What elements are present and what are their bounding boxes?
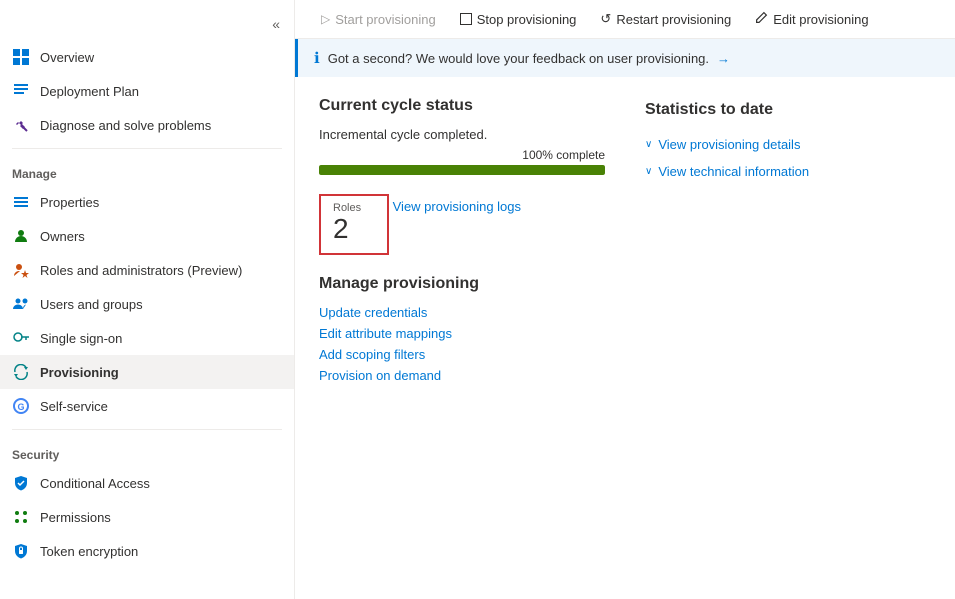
- sidebar-item-token-encryption[interactable]: Token encryption: [0, 534, 294, 568]
- sidebar-item-self-service[interactable]: G Self-service: [0, 389, 294, 423]
- sidebar-collapse-button[interactable]: «: [266, 12, 286, 36]
- banner-text: Got a second? We would love your feedbac…: [328, 51, 709, 66]
- manage-section-label: Manage: [0, 155, 294, 185]
- bars-icon: [12, 193, 30, 211]
- content-area: Current cycle status Incremental cycle c…: [295, 77, 955, 599]
- sidebar-item-deployment-plan[interactable]: Deployment Plan: [0, 74, 294, 108]
- sidebar-item-permissions[interactable]: Permissions: [0, 500, 294, 534]
- update-credentials-link[interactable]: Update credentials: [319, 305, 931, 320]
- divider-manage: [12, 148, 282, 149]
- start-provisioning-label: Start provisioning: [335, 12, 435, 27]
- restart-provisioning-label: Restart provisioning: [616, 12, 731, 27]
- svg-text:G: G: [17, 402, 24, 412]
- book-icon: [12, 82, 30, 100]
- sidebar-item-users-groups-label: Users and groups: [40, 297, 143, 312]
- shield-check-icon: [12, 474, 30, 492]
- stop-icon: [460, 13, 472, 25]
- chevron-down-icon: ∨: [645, 139, 652, 150]
- sidebar-item-sso[interactable]: Single sign-on: [0, 321, 294, 355]
- sidebar-item-sso-label: Single sign-on: [40, 331, 122, 346]
- people-icon: [12, 295, 30, 313]
- people-grid-icon: [12, 508, 30, 526]
- statistics-title: Statistics to date: [645, 101, 931, 119]
- tools-icon: [12, 116, 30, 134]
- sidebar-item-diagnose-label: Diagnose and solve problems: [40, 118, 211, 133]
- manage-provisioning-title: Manage provisioning: [319, 275, 931, 293]
- sidebar-item-deployment-label: Deployment Plan: [40, 84, 139, 99]
- sidebar-item-properties[interactable]: Properties: [0, 185, 294, 219]
- sidebar-item-users-groups[interactable]: Users and groups: [0, 287, 294, 321]
- person-icon: [12, 227, 30, 245]
- sidebar-item-self-service-label: Self-service: [40, 399, 108, 414]
- sidebar-item-permissions-label: Permissions: [40, 510, 111, 525]
- edit-attribute-mappings-link[interactable]: Edit attribute mappings: [319, 326, 931, 341]
- status-area: Current cycle status Incremental cycle c…: [295, 77, 955, 275]
- view-provisioning-details-link[interactable]: ∨ View provisioning details: [645, 131, 931, 158]
- sync-icon: [12, 363, 30, 381]
- view-technical-info-link[interactable]: ∨ View technical information: [645, 158, 931, 185]
- sidebar: « Overview Deployment Plan Diagnose and …: [0, 0, 295, 599]
- chevron-down-icon-2: ∨: [645, 166, 652, 177]
- add-scoping-filters-link[interactable]: Add scoping filters: [319, 347, 931, 362]
- divider-security: [12, 429, 282, 430]
- current-cycle-title: Current cycle status: [319, 97, 605, 115]
- toolbar: ▷ Start provisioning Stop provisioning ↺…: [295, 0, 955, 39]
- edit-icon: [755, 11, 768, 27]
- sidebar-item-overview-label: Overview: [40, 50, 94, 65]
- restart-provisioning-button[interactable]: ↺ Restart provisioning: [590, 6, 741, 32]
- statistics-section: Statistics to date ∨ View provisioning d…: [645, 97, 931, 255]
- main-content: ▷ Start provisioning Stop provisioning ↺…: [295, 0, 955, 599]
- stop-provisioning-label: Stop provisioning: [477, 12, 577, 27]
- sidebar-item-conditional-access[interactable]: Conditional Access: [0, 466, 294, 500]
- sidebar-item-owners[interactable]: Owners: [0, 219, 294, 253]
- stop-provisioning-button[interactable]: Stop provisioning: [450, 7, 587, 32]
- sidebar-item-provisioning[interactable]: Provisioning: [0, 355, 294, 389]
- security-section-label: Security: [0, 436, 294, 466]
- sidebar-item-roles[interactable]: Roles and administrators (Preview): [0, 253, 294, 287]
- view-provisioning-details-label: View provisioning details: [658, 137, 800, 152]
- banner-link[interactable]: →: [717, 51, 730, 66]
- progress-bar-background: [319, 165, 605, 175]
- view-provisioning-logs-link[interactable]: View provisioning logs: [393, 199, 521, 214]
- manage-provisioning-section: Manage provisioning Update credentials E…: [295, 275, 955, 403]
- progress-label: 100% complete: [319, 148, 605, 162]
- role-card-value: 2: [333, 214, 375, 245]
- info-banner: ℹ Got a second? We would love your feedb…: [295, 39, 955, 77]
- view-technical-info-label: View technical information: [658, 164, 809, 179]
- grid-icon: [12, 48, 30, 66]
- sidebar-item-provisioning-label: Provisioning: [40, 365, 119, 380]
- edit-provisioning-label: Edit provisioning: [773, 12, 868, 27]
- g-circle-icon: G: [12, 397, 30, 415]
- current-cycle-section: Current cycle status Incremental cycle c…: [319, 97, 605, 255]
- cycle-status-text: Incremental cycle completed.: [319, 127, 605, 142]
- restart-icon: ↺: [600, 11, 611, 27]
- sidebar-item-owners-label: Owners: [40, 229, 85, 244]
- role-card: Roles 2: [319, 194, 389, 255]
- person-star-icon: [12, 261, 30, 279]
- play-icon: ▷: [321, 12, 330, 26]
- sidebar-item-diagnose[interactable]: Diagnose and solve problems: [0, 108, 294, 142]
- info-icon: ℹ: [314, 49, 320, 67]
- sidebar-item-token-encryption-label: Token encryption: [40, 544, 138, 559]
- shield-lock-icon: [12, 542, 30, 560]
- provision-on-demand-link[interactable]: Provision on demand: [319, 368, 931, 383]
- progress-bar-fill: [319, 165, 605, 175]
- sidebar-item-properties-label: Properties: [40, 195, 99, 210]
- sidebar-item-overview[interactable]: Overview: [0, 40, 294, 74]
- key-icon: [12, 329, 30, 347]
- sidebar-item-conditional-access-label: Conditional Access: [40, 476, 150, 491]
- sidebar-item-roles-label: Roles and administrators (Preview): [40, 263, 242, 278]
- start-provisioning-button[interactable]: ▷ Start provisioning: [311, 7, 446, 32]
- edit-provisioning-button[interactable]: Edit provisioning: [745, 6, 878, 32]
